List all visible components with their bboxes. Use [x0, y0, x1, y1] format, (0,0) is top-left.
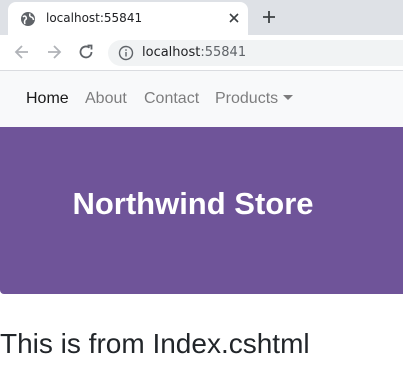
address-bar[interactable]: localhost:55841	[108, 40, 403, 66]
nav-link-products-label: Products	[215, 90, 279, 107]
nav-link-contact[interactable]: Contact	[144, 90, 199, 108]
tab-title: localhost:55841	[46, 11, 143, 25]
site-title: Northwind Store	[72, 186, 314, 221]
browser-toolbar: localhost:55841	[0, 35, 403, 71]
caret-down-icon	[283, 95, 294, 100]
info-icon[interactable]	[118, 45, 134, 61]
jumbotron: Northwind Store	[0, 127, 403, 294]
globe-icon	[21, 12, 35, 26]
nav-link-home[interactable]: Home	[26, 90, 69, 108]
close-icon[interactable]	[226, 10, 242, 26]
site-navbar: Home About Contact Products	[0, 71, 403, 127]
forward-arrow-icon[interactable]	[44, 42, 64, 62]
nav-dropdown-products[interactable]: Products	[215, 90, 294, 108]
browser-tab-strip: localhost:55841	[0, 0, 403, 35]
url-port: :55841	[200, 45, 247, 60]
reload-icon[interactable]	[76, 42, 96, 62]
nav-link-about[interactable]: About	[85, 90, 127, 108]
page-heading: This is from Index.cshtml	[0, 328, 310, 359]
new-tab-icon[interactable]	[260, 8, 278, 26]
browser-tab[interactable]: localhost:55841	[8, 2, 248, 35]
url-text: localhost:55841	[142, 45, 246, 60]
back-arrow-icon[interactable]	[12, 42, 32, 62]
url-host: localhost	[142, 45, 201, 60]
